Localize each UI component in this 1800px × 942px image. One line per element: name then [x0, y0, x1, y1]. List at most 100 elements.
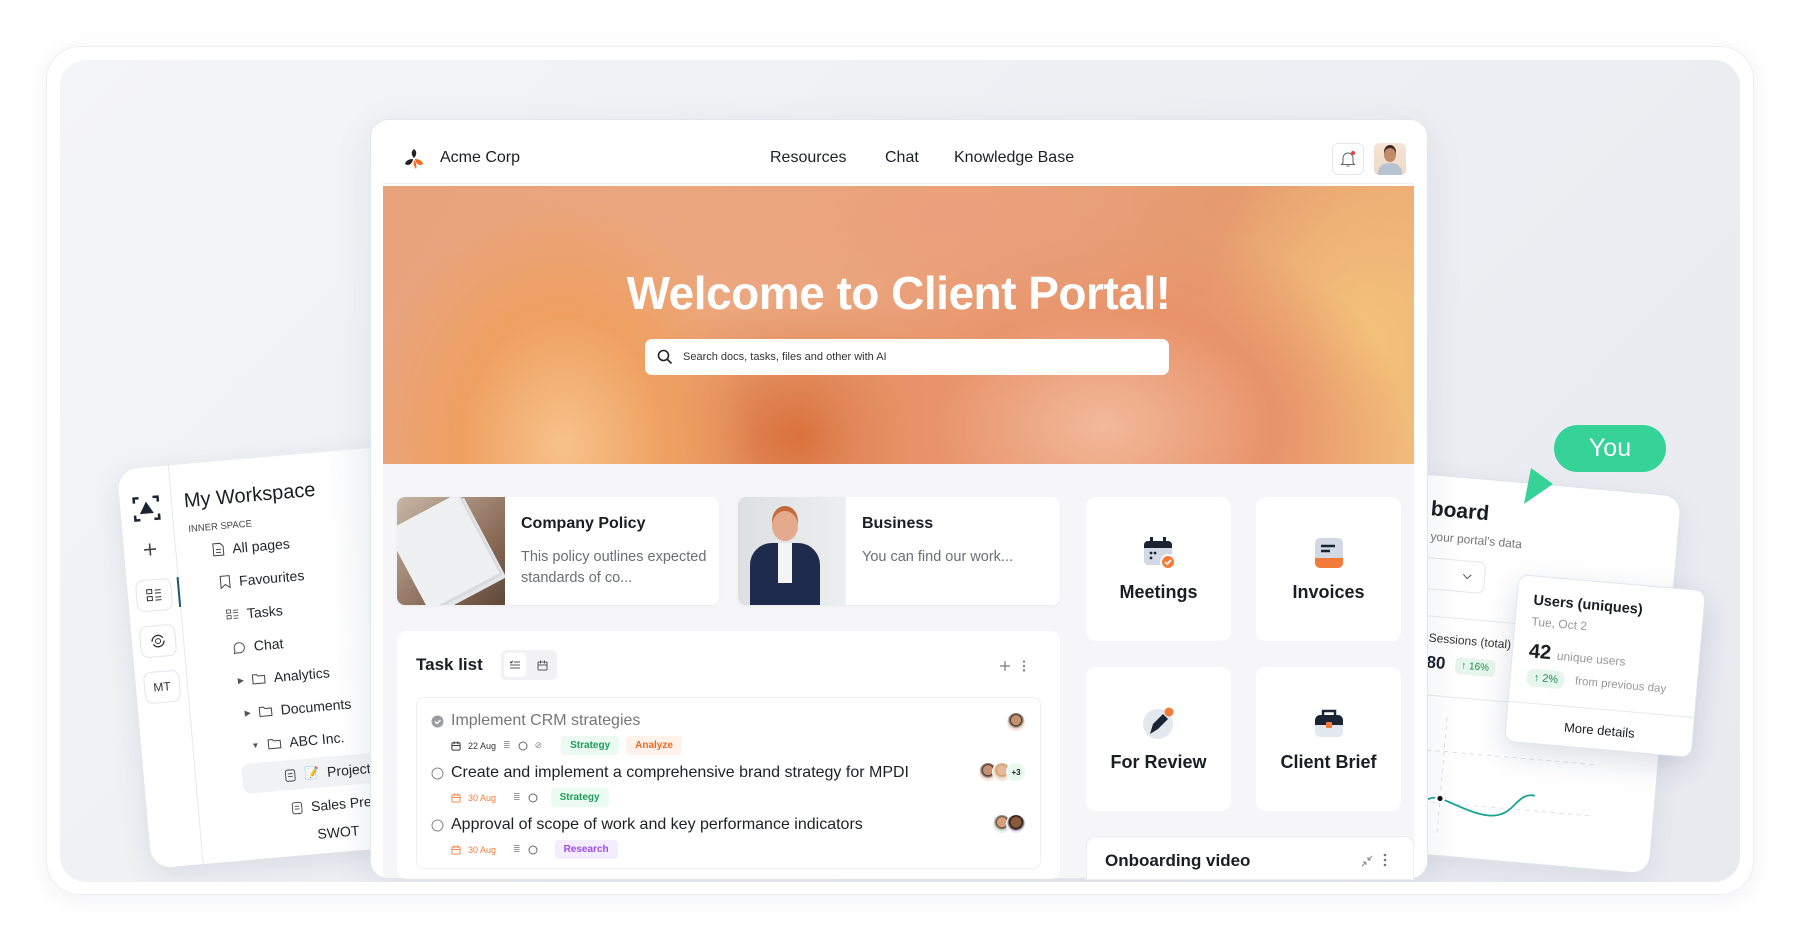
bell-icon	[1340, 151, 1356, 167]
tile-label: For Review	[1110, 751, 1207, 772]
task-items: Implement CRM strategies 22 Aug ≣ ⊘ Stra…	[416, 697, 1041, 869]
view-switcher	[501, 650, 557, 680]
nav-knowledge-base[interactable]: Knowledge Base	[954, 149, 1074, 167]
doc-title: Company Policy	[521, 515, 646, 532]
folder-icon	[267, 739, 282, 750]
calendar-icon	[451, 792, 461, 803]
doc-card-business[interactable]: Business You can find our work...	[738, 497, 1060, 605]
task-due-date: 30 Aug	[468, 844, 497, 855]
workspace-logo-icon[interactable]	[131, 494, 161, 522]
sidebar-item-favourites[interactable]: Favourites	[218, 567, 305, 590]
task-due-date: 22 Aug	[468, 740, 497, 751]
chat-icon	[233, 641, 245, 654]
showcase-panel: MT My Workspace INNER SPACE All pages Fa…	[60, 60, 1740, 882]
sync-rail-button[interactable]	[138, 623, 178, 659]
sidebar-item-documents[interactable]: ▶ Documents	[244, 696, 352, 721]
invoice-icon	[1314, 537, 1343, 568]
tile-client-brief[interactable]: Client Brief	[1256, 667, 1401, 811]
page-icon	[284, 768, 296, 782]
tasks-rail-button[interactable]	[134, 577, 174, 613]
checkbox-circle-icon[interactable]	[431, 819, 444, 832]
caret-right-icon[interactable]: ▶	[237, 675, 244, 685]
sidebar-item-chat[interactable]: Chat	[232, 635, 284, 655]
assignees: +3	[978, 762, 1026, 782]
calendar-view-button[interactable]	[531, 653, 553, 677]
tasks-icon	[226, 609, 239, 620]
sidebar-item-label: ABC Inc.	[288, 729, 346, 750]
tooltip-change-label: from previous day	[1574, 675, 1667, 696]
doc-description: You can find our work...	[862, 549, 1013, 565]
sidebar-item-swot[interactable]: SWOT	[317, 822, 360, 842]
sidebar-item-abc-inc[interactable]: ▼ ABC Inc.	[251, 729, 345, 753]
task-row[interactable]: Implement CRM strategies 22 Aug ≣ ⊘ Stra…	[431, 712, 1026, 755]
sidebar-item-all-pages[interactable]: All pages	[212, 535, 291, 558]
caret-right-icon[interactable]: ▶	[244, 708, 251, 718]
task-title: Create and implement a comprehensive bra…	[451, 764, 909, 781]
calendar-icon	[451, 844, 461, 855]
completed-check-icon[interactable]	[431, 715, 444, 728]
user-avatar[interactable]	[1374, 143, 1406, 175]
top-navbar: Acme Corp Resources Chat Knowledge Base	[383, 135, 1414, 184]
checkbox-circle-icon[interactable]	[431, 767, 444, 780]
ai-search-input[interactable]: Search docs, tasks, files and other with…	[645, 339, 1169, 375]
sidebar-item-label: All pages	[231, 535, 291, 557]
collapse-icon[interactable]	[1361, 855, 1373, 867]
checklist-icon	[509, 660, 520, 669]
sidebar-item-label: Tasks	[246, 602, 284, 622]
tile-label: Client Brief	[1280, 751, 1377, 772]
cursor-pointer-icon	[1524, 468, 1553, 504]
more-options-icon[interactable]	[1022, 660, 1026, 672]
add-task-icon[interactable]	[1000, 661, 1010, 671]
doc-description: This policy outlines expected standards …	[521, 549, 707, 586]
comment-icon	[528, 793, 538, 802]
sidebar-item-label: Chat	[253, 635, 285, 654]
folder-icon	[251, 674, 266, 685]
task-title: Approval of scope of work and key perfor…	[451, 816, 863, 833]
notifications-button[interactable]	[1332, 143, 1364, 175]
description-icon: ≣	[503, 740, 511, 750]
tile-label: Invoices	[1292, 581, 1365, 602]
tag-research[interactable]: Research	[554, 840, 618, 859]
task-list-card: Task list Implement CRM strategies 22 Au…	[397, 631, 1060, 879]
chevron-down-icon	[1462, 573, 1472, 580]
sidebar-item-tasks[interactable]: Tasks	[225, 602, 283, 623]
list-view-button[interactable]	[504, 653, 526, 677]
hero-banner: Welcome to Client Portal! Search docs, t…	[383, 186, 1414, 464]
page-icon	[212, 542, 225, 557]
description-icon: ≣	[513, 844, 521, 854]
task-row[interactable]: Create and implement a comprehensive bra…	[431, 762, 1026, 807]
assignees	[1006, 712, 1026, 732]
doc-card-company-policy[interactable]: Company Policy This policy outlines expe…	[397, 497, 719, 605]
brand-name[interactable]: Acme Corp	[440, 149, 520, 167]
task-row[interactable]: Approval of scope of work and key perfor…	[431, 814, 1026, 859]
task-due-date: 30 Aug	[468, 792, 497, 803]
onboarding-video-card: Onboarding video	[1086, 836, 1414, 880]
sync-icon	[151, 634, 165, 648]
nav-chat[interactable]: Chat	[885, 149, 919, 167]
sidebar-item-analytics[interactable]: ▶ Analytics	[237, 664, 330, 688]
description-icon: ≣	[513, 792, 521, 802]
attachment-icon: ⊘	[534, 740, 543, 750]
comment-icon	[518, 741, 528, 750]
tag-analyze[interactable]: Analyze	[626, 736, 682, 755]
presence-label: You	[1554, 425, 1666, 472]
plus-icon[interactable]	[141, 541, 158, 558]
user-initials-button[interactable]: MT	[142, 669, 182, 705]
doc-title: Business	[862, 515, 934, 532]
avatar	[1006, 814, 1026, 834]
more-assignees-count[interactable]: +3	[1006, 762, 1026, 782]
folder-icon	[258, 706, 273, 718]
sidebar-item-label: Documents	[279, 695, 352, 718]
tile-meetings[interactable]: Meetings	[1086, 497, 1231, 641]
tag-strategy[interactable]: Strategy	[561, 736, 620, 755]
tasks-icon	[146, 588, 162, 602]
tile-invoices[interactable]: Invoices	[1256, 497, 1401, 641]
tile-for-review[interactable]: For Review	[1086, 667, 1231, 811]
nav-resources[interactable]: Resources	[770, 149, 846, 167]
tag-strategy[interactable]: Strategy	[550, 788, 609, 807]
acme-logo-icon[interactable]	[403, 148, 425, 170]
tile-label: Meetings	[1119, 581, 1198, 602]
caret-down-icon[interactable]: ▼	[251, 740, 260, 750]
more-options-icon[interactable]	[1383, 853, 1387, 867]
hero-title: Welcome to Client Portal!	[626, 267, 1171, 319]
